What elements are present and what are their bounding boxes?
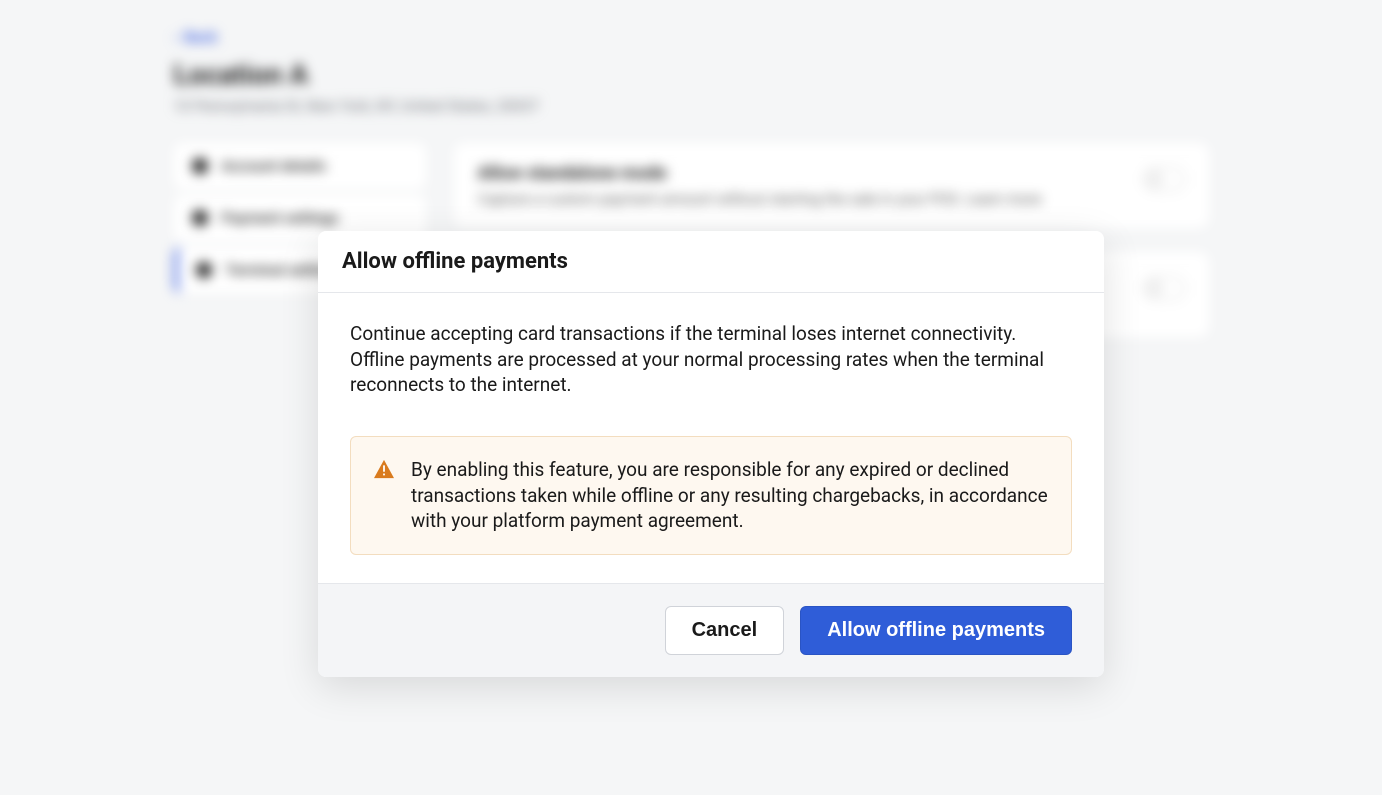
warning-box: By enabling this feature, you are respon…: [350, 436, 1072, 555]
toggle-offline[interactable]: [1143, 276, 1185, 300]
confirm-button[interactable]: Allow offline payments: [800, 606, 1072, 655]
nav-dot-icon: [192, 210, 208, 226]
modal-title: Allow offline payments: [342, 249, 1080, 274]
modal-header: Allow offline payments: [318, 231, 1104, 293]
modal-footer: Cancel Allow offline payments: [318, 583, 1104, 677]
back-link-label: Back: [184, 28, 217, 46]
offline-payments-modal: Allow offline payments Continue acceptin…: [318, 231, 1104, 677]
modal-body: Continue accepting card transactions if …: [318, 293, 1104, 583]
settings-card-standalone: Allow standalone mode Capture a custom p…: [454, 143, 1209, 228]
modal-description: Continue accepting card transactions if …: [350, 321, 1072, 398]
back-link[interactable]: ‹ Back: [174, 28, 1209, 46]
warning-icon: [373, 459, 395, 483]
cancel-button[interactable]: Cancel: [665, 606, 785, 655]
page-subtitle: 10 Pennsylvania St, New York, NY, United…: [174, 97, 1209, 115]
sidebar-item-label: Payment settings: [222, 209, 339, 227]
page-title: Location A: [174, 58, 1209, 91]
warning-text: By enabling this feature, you are respon…: [411, 457, 1049, 534]
nav-dot-icon: [192, 158, 208, 174]
chevron-left-icon: ‹: [174, 28, 179, 46]
card-desc: Capture a custom payment amount without …: [478, 190, 1042, 208]
nav-dot-icon: [196, 262, 212, 278]
sidebar-item-account-details[interactable]: Account details: [174, 143, 426, 189]
sidebar-item-label: Account details: [222, 157, 326, 175]
toggle-standalone[interactable]: [1143, 167, 1185, 191]
card-title: Allow standalone mode: [478, 163, 1042, 184]
